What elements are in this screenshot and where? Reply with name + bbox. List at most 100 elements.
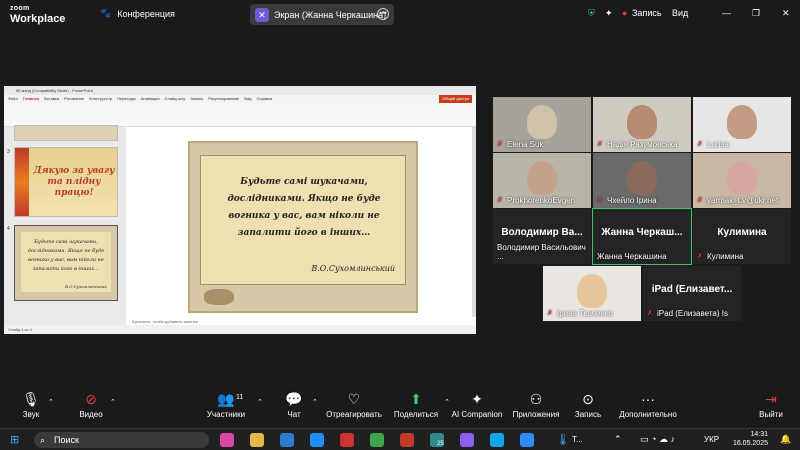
participant-tile[interactable]: Кулимина ✗ Кулимина (693, 209, 791, 264)
menu-design[interactable]: Конструктор (89, 95, 112, 103)
meeting-info-button[interactable]: 🐾 Конференция (100, 8, 175, 19)
tray-chevron-icon[interactable]: ⌃ (614, 434, 622, 445)
edge-icon[interactable] (490, 433, 504, 447)
zoom-logo: zoom Workplace (10, 5, 66, 25)
maximize-icon[interactable]: ❐ (752, 8, 760, 19)
torrent-icon[interactable] (370, 433, 384, 447)
participant-tile[interactable]: Володимир Ва... Володимир Васильович ... (493, 209, 591, 264)
share-button[interactable]: ⬆ Поделиться (392, 388, 440, 420)
more-options-icon[interactable]: ••• (377, 8, 389, 20)
leave-button[interactable]: ⇥ Выйти (756, 388, 786, 420)
copilot-icon[interactable] (220, 433, 234, 447)
slide-scrollbar[interactable] (472, 127, 476, 317)
menu-help[interactable]: Справка (257, 95, 273, 103)
screen-share-pill[interactable]: ✕ Экран (Жанна Черкашина) ••• (250, 4, 394, 25)
apps-button[interactable]: ⚇ Приложения (510, 388, 562, 420)
pdf-icon[interactable] (400, 433, 414, 447)
participant-name-large: iPad (Елизавет... (651, 284, 733, 295)
windows-start-icon[interactable]: ⊞ (10, 433, 19, 446)
participant-video (527, 161, 557, 195)
ppt-title-bar: 65 мэнд (Compatibility Mode) - PowerPoin… (4, 86, 476, 181)
record-icon: ⊙ (582, 391, 594, 407)
messenger-icon[interactable] (460, 433, 474, 447)
participant-video (727, 105, 757, 139)
language-indicator[interactable]: УКР (704, 435, 719, 444)
share-doc-button[interactable]: Общий доступ (439, 95, 472, 103)
taskbar-search[interactable]: ⌕ Поиск (34, 432, 209, 448)
slide-thumbnails: Дякую за увагу та плідну працю! 3 4 Будь… (4, 125, 126, 325)
record-button[interactable]: ⊙ Запись (572, 388, 604, 420)
tray-icons[interactable]: ▭ ◔ ☁ ♪ (640, 434, 675, 445)
participant-tile[interactable]: ✗ yarmak_t.v@ukr.net (693, 153, 791, 208)
menu-home[interactable]: Главная (23, 95, 39, 103)
participant-tile[interactable]: ✗ Elena Suk (493, 97, 591, 152)
slide-thumb-2[interactable] (14, 125, 118, 141)
paw-icon: 🐾 (100, 8, 112, 18)
chat-button[interactable]: 💬 Чат (282, 388, 306, 420)
participant-tile[interactable]: ✗ ProkhorenkoEvgen (493, 153, 591, 208)
audio-options-caret[interactable]: ⌃ (48, 398, 54, 406)
mic-off-icon: ✗ (647, 310, 653, 317)
notification-bell-icon[interactable]: 🔔 (780, 434, 791, 445)
menu-transitions[interactable]: Переходы (117, 95, 136, 103)
menu-draw[interactable]: Рисование (64, 95, 84, 103)
participant-tile[interactable]: iPad (Елизавет... ✗ iPad (Елизавета) Is (643, 266, 741, 321)
search-icon: ⌕ (40, 435, 46, 445)
more-dots-icon: ··· (641, 391, 655, 407)
share-screen-icon: ✕ (255, 7, 269, 22)
zoom-top-bar: zoom Workplace 🐾 Конференция ✕ Экран (Жа… (0, 0, 800, 30)
chat-icon: 💬 (285, 391, 303, 407)
view-button[interactable]: Вид (672, 8, 688, 18)
ai-companion-button[interactable]: ✦ AI Companion (450, 388, 504, 420)
sparkle-icon[interactable]: ✦ (605, 8, 613, 19)
close-icon[interactable]: ✕ (782, 8, 790, 19)
menu-record[interactable]: Запись (190, 95, 203, 103)
menu-insert[interactable]: Вставка (44, 95, 59, 103)
slide-thumb-3[interactable]: Дякую за увагу та плідну працю! (14, 147, 118, 217)
shared-screen: 65 мэнд (Compatibility Mode) - PowerPoin… (4, 86, 476, 334)
participant-name-large: Володимир Ва... (501, 227, 583, 238)
menu-file[interactable]: Файл (8, 95, 18, 103)
slide-quote: Будьте самі шукачами, дослідниками. Якщо… (227, 177, 381, 238)
share-options-caret[interactable]: ⌃ (444, 398, 450, 406)
participant-tile[interactable]: ✗ Чхейло Ірина (593, 153, 691, 208)
file-explorer-icon[interactable] (250, 433, 264, 447)
participant-tile[interactable]: ✗ Ірина Ткаченко (543, 266, 641, 321)
participant-tile[interactable]: ✗ Larisa (693, 97, 791, 152)
microphone-icon: 🎙 (22, 391, 40, 407)
clock[interactable]: 14:31 16.05.2025 (728, 430, 768, 448)
participants-count: 11 (236, 394, 244, 401)
meeting-toolbar: 🎙 Звук ⌃ ⊘ Видео ⌃ 👥 Участники 11 ⌃ 💬 Чат ⌃ … (0, 388, 800, 428)
audio-button[interactable]: 🎙 Звук (16, 388, 46, 420)
exit-icon: ⇥ (765, 391, 777, 407)
record-status[interactable]: Запись (632, 8, 662, 18)
chat-options-caret[interactable]: ⌃ (312, 398, 318, 406)
slide-editor[interactable]: Будьте самі шукачами, дослідниками. Якщо… (128, 127, 476, 317)
menu-view[interactable]: Вид (244, 95, 251, 103)
outlook-icon[interactable] (280, 433, 294, 447)
menu-slideshow[interactable]: Слайд-шоу (165, 95, 186, 103)
docs-app-icon[interactable] (340, 433, 354, 447)
video-button[interactable]: ⊘ Видео (76, 388, 106, 420)
notes-field[interactable]: Щелкните, чтобы добавить заметки (132, 319, 198, 324)
minimize-icon[interactable]: — (722, 8, 731, 18)
defender-icon[interactable] (310, 433, 324, 447)
menu-review[interactable]: Рецензирование (208, 95, 239, 103)
participants-button[interactable]: 👥 Участники (204, 388, 248, 420)
participants-options-caret[interactable]: ⌃ (257, 398, 263, 406)
zoom-taskbar-icon[interactable] (520, 433, 534, 447)
ppt-status-bar: Слайд 4 из 4 (4, 325, 476, 334)
participant-tile-active-speaker[interactable]: Жанна Черкаш... Жанна Черкашина (592, 208, 692, 265)
mic-off-icon: ✗ (597, 197, 603, 204)
participant-tile[interactable]: ✗ Надія Разумовська (593, 97, 691, 152)
shield-icon[interactable]: ⛨ (588, 8, 595, 19)
react-button[interactable]: ♡ Отреагировать (324, 388, 384, 420)
heart-icon: ♡ (347, 391, 361, 407)
video-off-icon: ⊘ (85, 391, 97, 407)
video-options-caret[interactable]: ⌃ (110, 398, 116, 406)
ppt-ribbon (4, 103, 476, 127)
menu-animation[interactable]: Анимация (141, 95, 160, 103)
more-button[interactable]: ··· Дополнительно (616, 388, 680, 420)
slide-thumb-4[interactable]: Будьте самі шукачами, дослідниками. Якщо… (14, 225, 118, 301)
slide-scroll-frame: Будьте самі шукачами, дослідниками. Якщо… (200, 155, 406, 285)
